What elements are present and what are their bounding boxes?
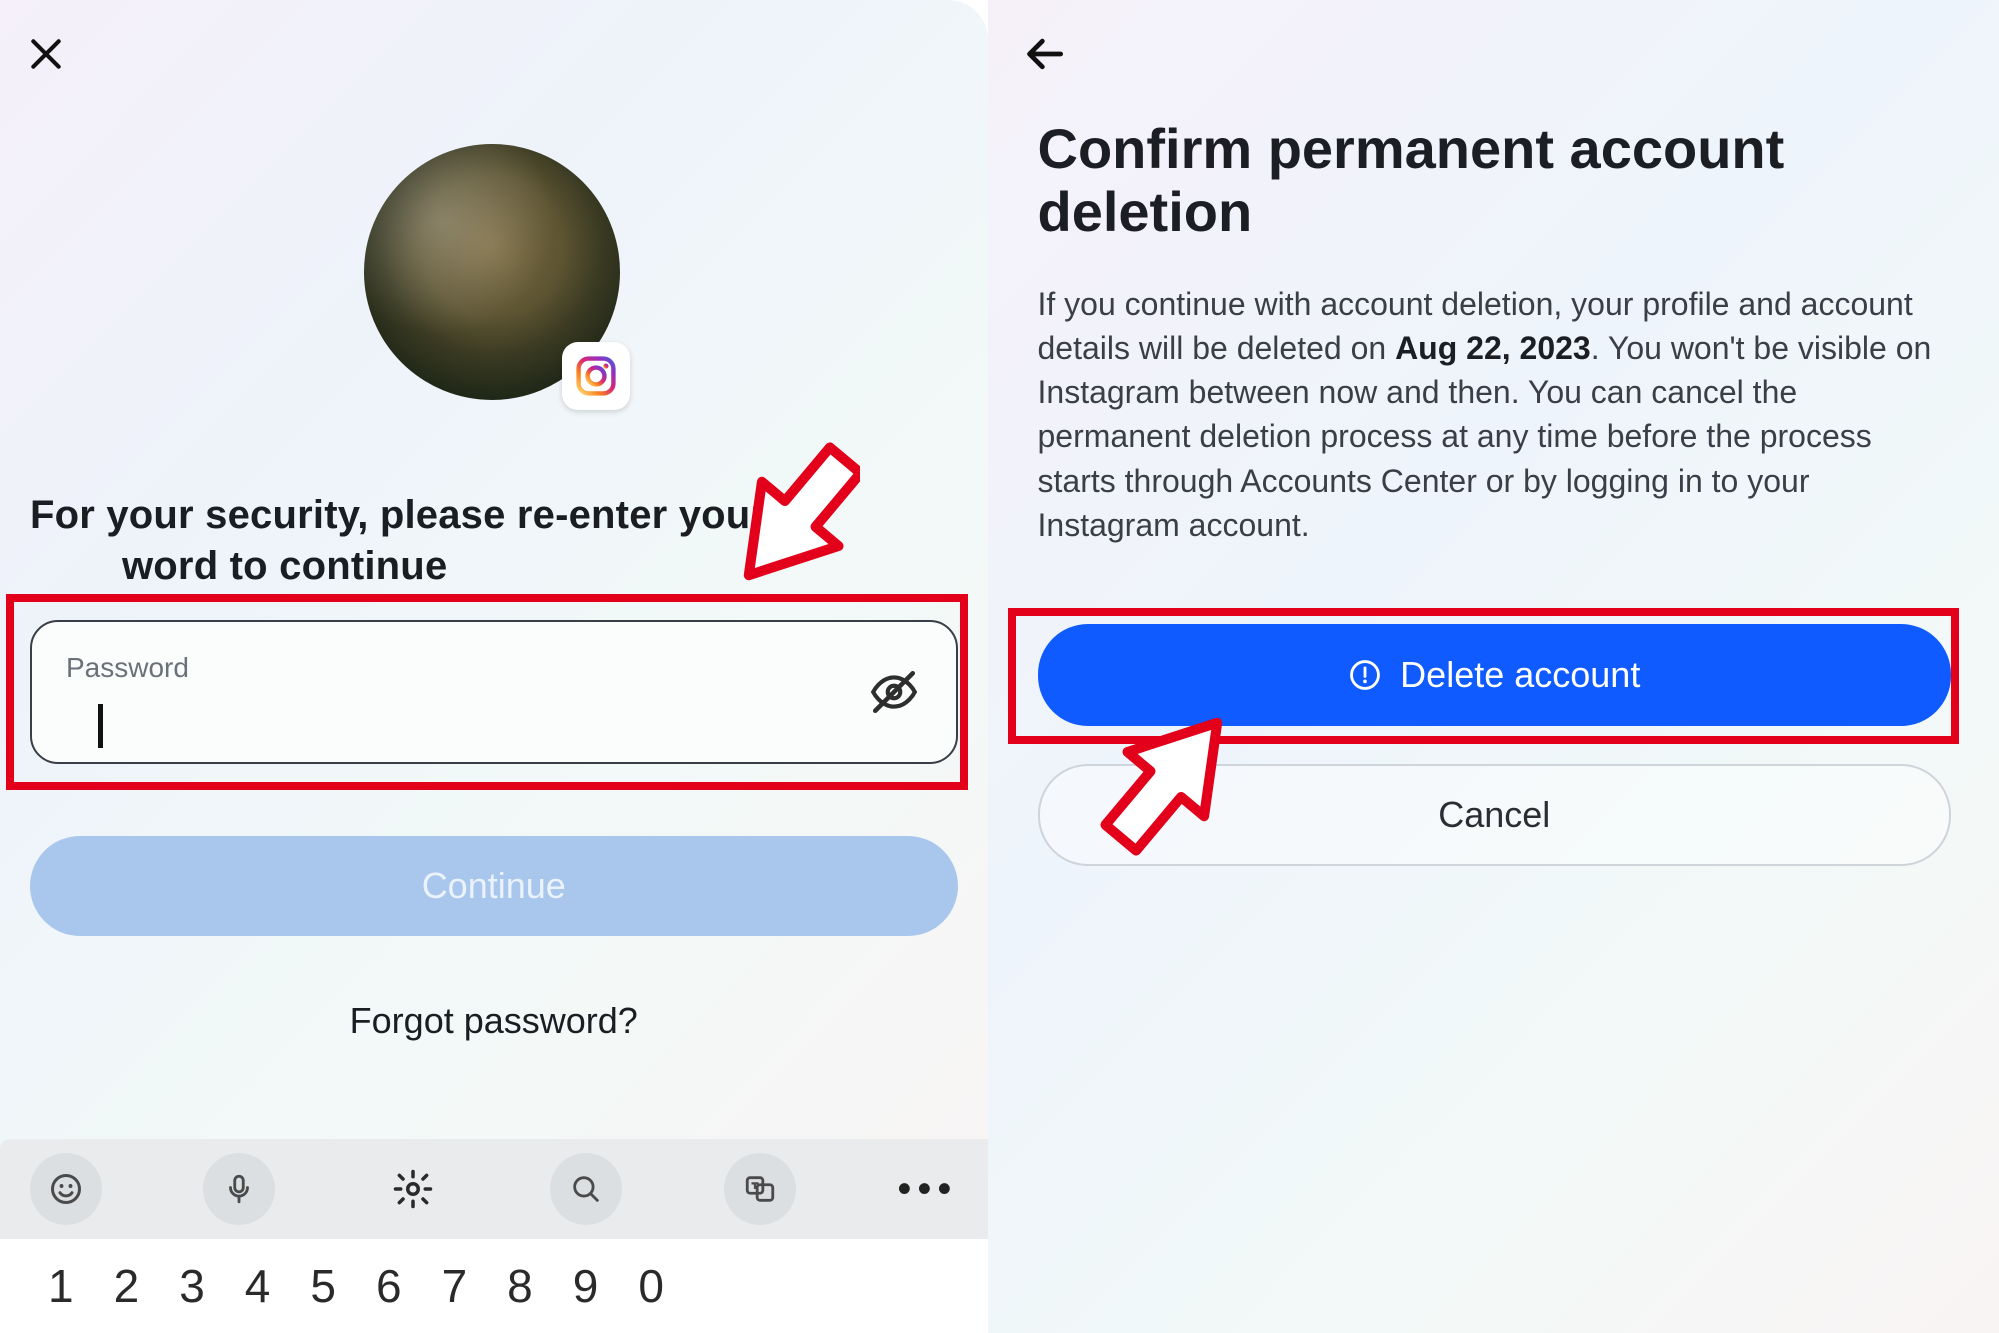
password-field-wrap[interactable]: Password — [30, 620, 958, 764]
close-button[interactable] — [20, 28, 72, 80]
back-arrow-icon — [1024, 32, 1068, 76]
confirm-body: If you continue with account deletion, y… — [1038, 282, 1952, 547]
back-button[interactable] — [1020, 28, 1072, 80]
continue-label: Continue — [422, 865, 566, 907]
instagram-icon — [574, 354, 618, 398]
confirm-deletion-screen: Confirm permanent account deletion If yo… — [988, 0, 1999, 1333]
forgot-password-link[interactable]: Forgot password? — [0, 1000, 988, 1042]
close-icon — [27, 35, 65, 73]
keyboard-toolbar: ••• — [0, 1139, 988, 1239]
cancel-label: Cancel — [1438, 794, 1550, 836]
kb-search-button[interactable] — [550, 1153, 622, 1225]
password-label: Password — [66, 652, 860, 684]
kb-translate-button[interactable] — [724, 1153, 796, 1225]
profile-avatar-wrap — [364, 144, 624, 404]
key-4[interactable]: 4 — [245, 1259, 271, 1313]
kb-more-button[interactable]: ••• — [897, 1167, 957, 1212]
security-heading: For your security, please re-enter your … — [30, 490, 958, 592]
search-icon — [569, 1172, 603, 1206]
eye-off-icon — [869, 667, 919, 717]
emoji-icon — [48, 1171, 84, 1207]
key-1[interactable]: 1 — [48, 1259, 74, 1313]
password-input[interactable] — [66, 690, 860, 732]
key-9[interactable]: 9 — [573, 1259, 599, 1313]
key-6[interactable]: 6 — [376, 1259, 402, 1313]
kb-settings-button[interactable] — [377, 1153, 449, 1225]
alert-circle-icon — [1348, 658, 1382, 692]
key-3[interactable]: 3 — [179, 1259, 205, 1313]
delete-account-button[interactable]: Delete account — [1038, 624, 1952, 726]
delete-account-label: Delete account — [1400, 654, 1640, 696]
password-screen: For your security, please re-enter your … — [0, 0, 988, 1333]
cancel-button[interactable]: Cancel — [1038, 764, 1952, 866]
confirm-title: Confirm permanent account deletion — [1038, 118, 1950, 243]
platform-badge — [562, 342, 630, 410]
gear-icon — [392, 1168, 434, 1210]
key-2[interactable]: 2 — [114, 1259, 140, 1313]
translate-icon — [743, 1172, 777, 1206]
text-cursor — [98, 704, 103, 748]
key-7[interactable]: 7 — [442, 1259, 468, 1313]
continue-button[interactable]: Continue — [30, 836, 958, 936]
toggle-password-visibility[interactable] — [866, 664, 922, 720]
key-8[interactable]: 8 — [507, 1259, 533, 1313]
keyboard-number-row: 1 2 3 4 5 6 7 8 9 0 — [0, 1239, 988, 1333]
kb-emoji-button[interactable] — [30, 1153, 102, 1225]
key-5[interactable]: 5 — [310, 1259, 336, 1313]
mic-icon — [222, 1172, 256, 1206]
kb-mic-button[interactable] — [203, 1153, 275, 1225]
key-0[interactable]: 0 — [638, 1259, 664, 1313]
